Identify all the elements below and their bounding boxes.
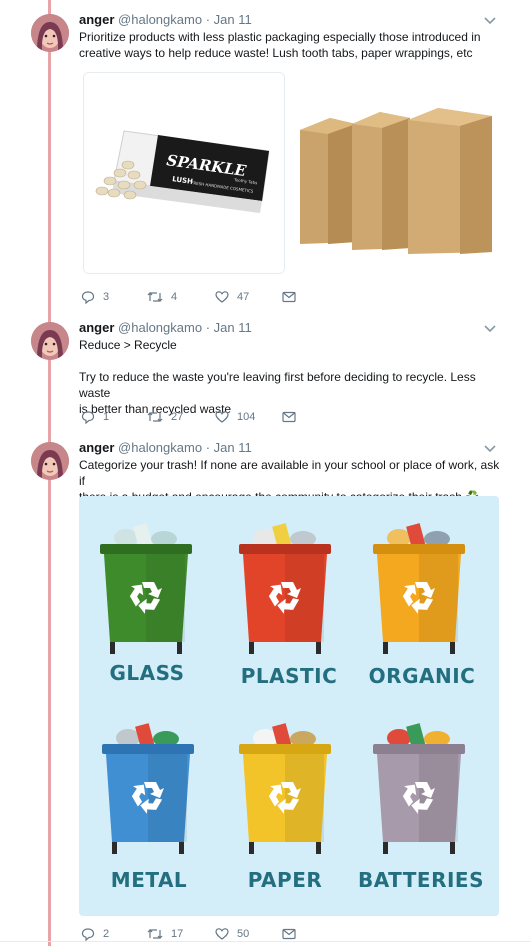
avatar[interactable]: [31, 14, 69, 52]
reply-count: 2: [103, 928, 110, 940]
like-button[interactable]: 104: [215, 409, 255, 425]
tweet-header: anger @halongkamo · Jan 11: [79, 440, 252, 456]
reply-count: 3: [103, 291, 110, 303]
tweet-text-line: Reduce > Recycle: [79, 338, 177, 352]
tweet-header: anger @halongkamo · Jan 11: [79, 12, 252, 28]
timestamp[interactable]: · Jan 11: [206, 12, 252, 27]
retweet-count: 27: [171, 411, 184, 423]
like-button[interactable]: 47: [215, 289, 249, 305]
tweet-text-line: creative ways to help reduce waste! Lush…: [79, 46, 473, 60]
tweet-actions: 3 4 47: [79, 289, 319, 305]
chevron-down-icon[interactable]: [483, 441, 497, 455]
tweet-text-line: Categorize your trash! If none are avail…: [79, 458, 500, 488]
timestamp[interactable]: · Jan 11: [206, 440, 252, 455]
display-name[interactable]: anger: [79, 320, 114, 335]
media-photo-paper-boxes[interactable]: [292, 72, 499, 274]
retweet-button[interactable]: 17: [147, 926, 183, 942]
user-handle[interactable]: @halongkamo: [118, 12, 202, 27]
tweet-text: Prioritize products with less plastic pa…: [79, 29, 504, 61]
recycling-bins-illustration: [100, 523, 465, 854]
display-name[interactable]: anger: [79, 440, 114, 455]
paper-boxes-illustration: [292, 72, 499, 274]
tweet-text: Reduce > Recycle Try to reduce the waste…: [79, 337, 504, 417]
tweet-2[interactable]: anger @halongkamo · Jan 11 Reduce > Recy…: [0, 315, 531, 435]
tweet-header: anger @halongkamo · Jan 11: [79, 320, 252, 336]
bin-label-paper: PAPER: [247, 868, 323, 892]
retweet-button[interactable]: 4: [147, 289, 177, 305]
direct-message-button[interactable]: [282, 926, 296, 942]
reply-button[interactable]: 2: [81, 926, 109, 942]
bin-glass: [100, 523, 192, 654]
bin-metal: [102, 723, 194, 854]
like-button[interactable]: 50: [215, 926, 249, 942]
tweet-actions: 1 27 104: [79, 409, 319, 425]
message-icon: [282, 291, 296, 303]
bin-label-metal: METAL: [110, 868, 188, 892]
tweet-1[interactable]: anger @halongkamo · Jan 11 Prioritize pr…: [0, 0, 531, 315]
chevron-down-icon[interactable]: [483, 321, 497, 335]
reply-button[interactable]: 1: [81, 409, 109, 425]
retweet-button[interactable]: 27: [147, 409, 183, 425]
reply-button[interactable]: 3: [81, 289, 109, 305]
chevron-down-icon[interactable]: [483, 13, 497, 27]
retweet-icon: [147, 292, 163, 302]
bin-label-batteries: BATTERIES: [358, 868, 484, 892]
reply-icon: [81, 411, 95, 424]
avatar[interactable]: [31, 442, 69, 480]
retweet-icon: [147, 412, 163, 422]
lush-box-illustration: SPARKLE LUSH FRESH HANDMADE COSMETICS To…: [84, 73, 284, 273]
user-handle[interactable]: @halongkamo: [118, 440, 202, 455]
bin-label-plastic: PLASTIC: [240, 664, 338, 688]
bottom-divider: [0, 941, 531, 942]
reply-icon: [81, 928, 95, 941]
like-icon: [215, 928, 229, 940]
tweet-actions: 2 17 50: [79, 926, 319, 942]
direct-message-button[interactable]: [282, 409, 296, 425]
bin-batteries: [373, 723, 465, 854]
media-photo-lush-tabs[interactable]: SPARKLE LUSH FRESH HANDMADE COSMETICS To…: [83, 72, 285, 274]
message-icon: [282, 928, 296, 940]
reply-count: 1: [103, 411, 110, 423]
tweet-text-line: Try to reduce the waste you're leaving f…: [79, 370, 476, 400]
message-icon: [282, 411, 296, 423]
bin-label-glass: GLASS: [109, 661, 185, 685]
like-count: 104: [237, 411, 256, 423]
like-count: 47: [237, 291, 250, 303]
direct-message-button[interactable]: [282, 289, 296, 305]
bin-label-organic: ORGANIC: [368, 664, 476, 688]
display-name[interactable]: anger: [79, 12, 114, 27]
user-handle[interactable]: @halongkamo: [118, 320, 202, 335]
media-photo-recycling-bins[interactable]: GLASS PLASTIC ORGANIC METAL PAPER BATTER…: [79, 496, 499, 916]
retweet-count: 17: [171, 928, 184, 940]
like-icon: [215, 411, 229, 423]
retweet-icon: [147, 929, 163, 939]
timestamp[interactable]: · Jan 11: [206, 320, 252, 335]
like-count: 50: [237, 928, 250, 940]
like-icon: [215, 291, 229, 303]
bin-paper: [239, 723, 331, 854]
avatar[interactable]: [31, 322, 69, 360]
bin-organic: [373, 523, 465, 654]
bin-plastic: [239, 523, 331, 654]
tweet-text-line: Prioritize products with less plastic pa…: [79, 30, 481, 44]
retweet-count: 4: [171, 291, 178, 303]
reply-icon: [81, 291, 95, 304]
